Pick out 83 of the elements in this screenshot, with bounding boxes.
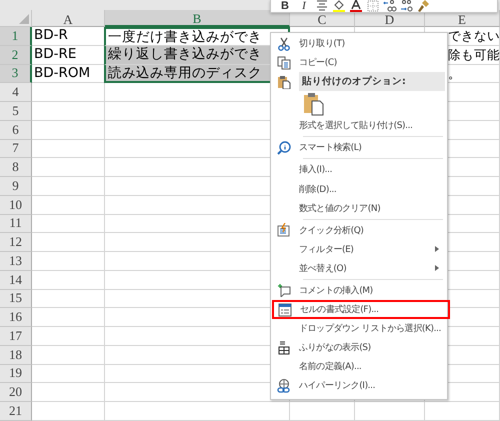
- row-header[interactable]: 13: [0, 252, 32, 271]
- paste-icon[interactable]: [303, 92, 325, 116]
- row-header[interactable]: 19: [0, 364, 32, 384]
- table-cell[interactable]: [355, 402, 425, 421]
- hyperlink-icon: [277, 378, 291, 393]
- menu-item[interactable]: 名前の定義(A)...: [273, 357, 445, 376]
- column-header[interactable]: B: [192, 12, 202, 25]
- row-header[interactable]: 6: [0, 120, 32, 140]
- decrease-decimal-icon[interactable]: [400, 0, 414, 13]
- table-cell[interactable]: [32, 252, 105, 271]
- menu-item[interactable]: 数式と値のクリア(N): [273, 198, 445, 218]
- row-header[interactable]: 15: [0, 290, 32, 308]
- row-header[interactable]: 12: [0, 233, 32, 252]
- format-cells-icon: [278, 302, 292, 317]
- smart-lookup-icon: [277, 140, 291, 155]
- row-header[interactable]: 3: [0, 64, 32, 84]
- fill-color-icon[interactable]: [332, 0, 346, 13]
- bold-button[interactable]: B: [277, 0, 293, 12]
- comment-icon: [277, 283, 291, 298]
- menu-item[interactable]: スマート検索(L): [273, 138, 445, 158]
- quick-analysis-icon: [277, 223, 291, 238]
- table-cell[interactable]: [32, 120, 105, 140]
- increase-decimal-icon[interactable]: [383, 0, 397, 13]
- table-cell[interactable]: [32, 346, 105, 364]
- table-cell[interactable]: [32, 402, 105, 421]
- italic-button[interactable]: I: [296, 0, 312, 12]
- menu-item[interactable]: 形式を選択して貼り付け(S)...: [273, 116, 445, 136]
- clipboard-icon: [277, 74, 291, 89]
- row-header[interactable]: 9: [0, 177, 32, 196]
- select-all-icon[interactable]: [19, 14, 29, 24]
- row-header[interactable]: 21: [0, 402, 32, 421]
- table-cell[interactable]: [32, 102, 105, 121]
- furigana-icon: [277, 340, 291, 355]
- row-header[interactable]: 2: [0, 46, 32, 64]
- table-cell[interactable]: [32, 290, 105, 308]
- scissors-icon: [277, 36, 291, 51]
- table-cell[interactable]: 一度だけ書き込みができ: [104, 27, 290, 46]
- table-cell[interactable]: [425, 402, 500, 421]
- table-cell[interactable]: [32, 364, 105, 384]
- menu-item[interactable]: ハイパーリンク(I)...: [273, 376, 445, 396]
- font-color-icon[interactable]: [349, 0, 363, 13]
- format-painter-icon[interactable]: [417, 0, 431, 13]
- menu-item[interactable]: フィルター(E): [273, 240, 445, 259]
- menu-item[interactable]: ドロップダウン リストから選択(K)...: [273, 319, 445, 338]
- table-cell[interactable]: [32, 383, 105, 402]
- row-header[interactable]: 4: [0, 83, 32, 102]
- menu-item[interactable]: セルの書式設定(F)...: [272, 300, 450, 320]
- table-cell[interactable]: [32, 196, 105, 214]
- table-cell[interactable]: [32, 327, 105, 346]
- table-cell[interactable]: [32, 177, 105, 196]
- row-header[interactable]: 11: [0, 214, 32, 234]
- row-header[interactable]: 18: [0, 346, 32, 364]
- row-header[interactable]: 17: [0, 327, 32, 346]
- menu-item[interactable]: ふりがなの表示(S): [273, 338, 445, 358]
- menu-item[interactable]: 削除(D)...: [273, 179, 445, 199]
- column-header[interactable]: E: [458, 13, 466, 26]
- table-cell[interactable]: [32, 270, 105, 290]
- row-header[interactable]: 14: [0, 270, 32, 290]
- table-cell[interactable]: [290, 402, 355, 421]
- row-header[interactable]: 10: [0, 196, 32, 214]
- row-header[interactable]: 5: [0, 102, 32, 121]
- table-cell[interactable]: [105, 402, 290, 421]
- column-header[interactable]: D: [384, 13, 394, 26]
- row-header[interactable]: 20: [0, 383, 32, 402]
- align-center-icon[interactable]: [315, 0, 329, 13]
- copy-icon: [277, 56, 291, 70]
- menu-section-header: 貼り付けのオプション:: [299, 72, 445, 92]
- table-cell[interactable]: [32, 308, 105, 327]
- table-cell[interactable]: [32, 233, 105, 252]
- menu-item[interactable]: クイック分析(Q): [273, 220, 445, 240]
- table-cell[interactable]: [32, 214, 105, 234]
- row-header[interactable]: 16: [0, 308, 32, 327]
- table-cell[interactable]: [32, 140, 105, 158]
- menu-item[interactable]: コメントの挿入(M): [273, 280, 445, 300]
- row-header[interactable]: 7: [0, 140, 32, 158]
- column-header[interactable]: C: [318, 13, 326, 26]
- menu-item[interactable]: 挿入(I)...: [273, 160, 445, 180]
- row-header[interactable]: 1: [0, 27, 32, 46]
- column-header[interactable]: A: [63, 13, 73, 26]
- row-header[interactable]: 8: [0, 158, 32, 177]
- table-cell[interactable]: [32, 83, 105, 102]
- table-cell[interactable]: [32, 158, 105, 177]
- menu-item[interactable]: 並べ替え(O): [273, 258, 445, 278]
